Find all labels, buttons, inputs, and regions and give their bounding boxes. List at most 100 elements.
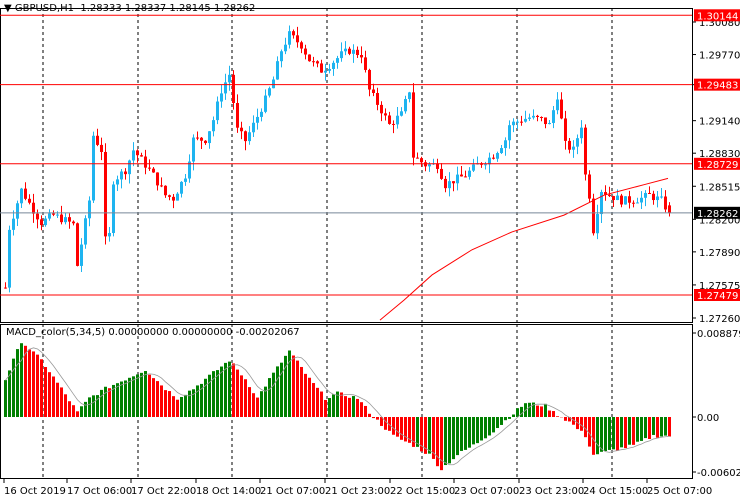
candle-body — [100, 144, 103, 152]
collapse-triangle-icon[interactable]: ▼ — [4, 3, 12, 14]
candle-body — [316, 61, 319, 64]
macd-histogram-bar — [24, 345, 27, 417]
candle-body — [380, 104, 383, 114]
candle-body — [332, 62, 335, 69]
candle-body — [572, 146, 575, 150]
macd-histogram-bar — [648, 417, 651, 440]
candle-body — [660, 196, 663, 198]
candle-body — [96, 135, 99, 145]
macd-histogram-bar — [72, 405, 75, 417]
macd-histogram-bar — [660, 417, 663, 437]
candle-body — [104, 151, 107, 237]
candle-body — [304, 48, 307, 55]
candle-body — [280, 51, 283, 62]
macd-histogram-bar — [124, 380, 127, 417]
macd-histogram-bar — [540, 406, 543, 417]
x-tick-label: 23 Oct 23:00 — [519, 486, 584, 497]
macd-histogram-bar — [484, 417, 487, 439]
candle-body — [508, 125, 511, 141]
macd-histogram-bar — [508, 417, 511, 419]
candle-body — [392, 123, 395, 125]
candle-body — [276, 61, 279, 80]
macd-histogram-bar — [520, 406, 523, 417]
macd-histogram-bar — [620, 417, 623, 448]
candle-body — [264, 95, 267, 112]
x-tick-label: 25 Oct 07:00 — [647, 486, 712, 497]
candle-body — [412, 92, 415, 158]
candle-body — [184, 178, 187, 182]
candle-body — [192, 137, 195, 162]
y-tick-label: 1.29140 — [699, 117, 740, 128]
candle-body — [160, 185, 163, 187]
candle-body — [172, 196, 175, 201]
candle-body — [568, 140, 571, 150]
candle-body — [48, 213, 51, 219]
macd-histogram-bar — [352, 396, 355, 417]
macd-histogram-bar — [148, 374, 151, 417]
candle-body — [340, 51, 343, 59]
candle-body — [612, 196, 615, 201]
candle-body — [248, 132, 251, 142]
macd-histogram-bar — [628, 417, 631, 445]
macd-histogram-bar — [452, 417, 455, 460]
x-tick-label: 23 Oct 07:00 — [454, 486, 519, 497]
candle-body — [528, 117, 531, 119]
price-level-label: 1.28262 — [697, 209, 738, 220]
candle-body — [144, 156, 147, 168]
macd-histogram-bar — [56, 382, 59, 417]
macd-histogram-bar — [156, 381, 159, 417]
macd-histogram-bar — [640, 417, 643, 441]
macd-histogram-bar — [328, 398, 331, 417]
candle-body — [44, 218, 47, 226]
candle-body — [552, 110, 555, 123]
macd-histogram-bar — [612, 417, 615, 450]
candle-body — [400, 111, 403, 116]
candle-body — [644, 192, 647, 198]
candle-body — [344, 48, 347, 52]
candle-body — [556, 99, 559, 111]
macd-histogram-bar — [228, 361, 231, 417]
macd-histogram-bar — [512, 414, 515, 417]
macd-histogram-bar — [376, 417, 379, 420]
candle-body — [464, 176, 467, 178]
macd-histogram-bar — [216, 370, 219, 417]
candle-body — [212, 120, 215, 132]
macd-histogram-bar — [616, 417, 619, 451]
x-tick-label: 21 Oct 07:00 — [260, 486, 325, 497]
macd-histogram-bar — [564, 417, 567, 421]
candle-body — [64, 217, 67, 223]
macd-histogram-bar — [40, 359, 43, 417]
macd-histogram-bar — [344, 396, 347, 417]
candle-body — [164, 185, 167, 196]
macd-histogram-bar — [48, 372, 51, 417]
macd-histogram-bar — [444, 417, 447, 466]
macd-histogram-bar — [440, 417, 443, 471]
candle-body — [652, 193, 655, 201]
candle-body — [156, 172, 159, 186]
macd-histogram-bar — [76, 411, 79, 417]
candle-body — [12, 218, 15, 230]
macd-histogram-bar — [480, 417, 483, 441]
low-value: 1.28145 — [169, 3, 211, 14]
macd-histogram-bar — [644, 417, 647, 439]
macd-histogram-bar — [544, 403, 547, 417]
macd-histogram-bar — [488, 417, 491, 436]
candle-body — [204, 140, 207, 144]
macd-histogram-bar — [460, 417, 463, 451]
candle-body — [364, 57, 367, 70]
macd-histogram-bar — [184, 394, 187, 417]
x-tick-label: 22 Oct 15:00 — [390, 486, 455, 497]
chart-header: ▼ GBPUSD,H1 1.28333 1.28337 1.28145 1.28… — [4, 3, 255, 14]
macd-histogram-bar — [252, 393, 255, 417]
candle-body — [500, 148, 503, 154]
candle-body — [548, 122, 551, 125]
candle-body — [252, 122, 255, 133]
macd-histogram-bar — [116, 383, 119, 417]
candle-body — [440, 168, 443, 179]
high-value: 1.28337 — [124, 3, 167, 14]
candle-body — [8, 229, 11, 288]
candle-body — [616, 195, 619, 201]
macd-histogram-bar — [348, 397, 351, 417]
price-level-label: 1.30144 — [697, 11, 738, 22]
macd-histogram-bar — [144, 371, 147, 417]
